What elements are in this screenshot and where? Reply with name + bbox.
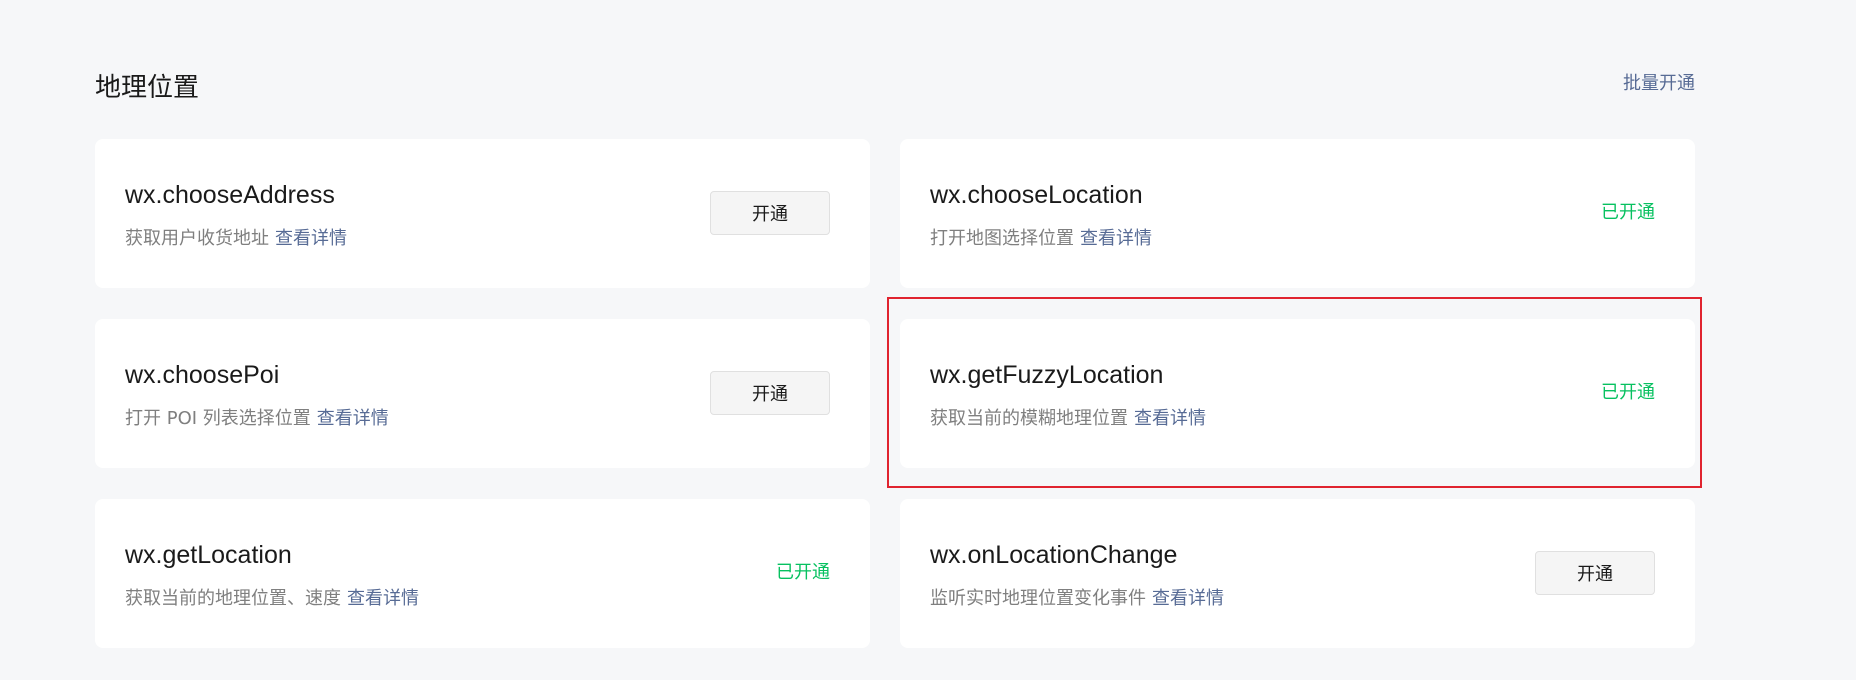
- section-title: 地理位置: [95, 73, 200, 103]
- api-card-choose-address: wx.chooseAddress 获取用户收货地址 查看详情 开通: [95, 139, 870, 288]
- api-card-choose-poi: wx.choosePoi 打开 POI 列表选择位置 查看详情 开通: [95, 319, 870, 468]
- view-details-link[interactable]: 查看详情: [1152, 588, 1224, 609]
- api-name: wx.chooseLocation: [930, 181, 1143, 209]
- view-details-link[interactable]: 查看详情: [1080, 228, 1152, 249]
- opened-status: 已开通: [776, 562, 830, 583]
- view-details-link[interactable]: 查看详情: [275, 228, 347, 249]
- open-button[interactable]: 开通: [1535, 551, 1655, 595]
- view-details-link[interactable]: 查看详情: [347, 588, 419, 609]
- view-details-link[interactable]: 查看详情: [1134, 408, 1206, 429]
- api-card-choose-location: wx.chooseLocation 打开地图选择位置 查看详情 已开通: [900, 139, 1695, 288]
- view-details-link[interactable]: 查看详情: [317, 408, 389, 429]
- api-description: 获取当前的地理位置、速度 查看详情: [125, 586, 419, 612]
- api-description-text: 获取当前的模糊地理位置: [930, 408, 1128, 429]
- open-button[interactable]: 开通: [710, 191, 830, 235]
- api-description-text: 获取当前的地理位置、速度: [125, 588, 341, 609]
- opened-status: 已开通: [1601, 382, 1655, 403]
- api-card-get-fuzzy-location: wx.getFuzzyLocation 获取当前的模糊地理位置 查看详情 已开通: [900, 319, 1695, 468]
- api-description-text: 监听实时地理位置变化事件: [930, 588, 1146, 609]
- api-description: 打开地图选择位置 查看详情: [930, 226, 1152, 252]
- api-description: 获取用户收货地址 查看详情: [125, 226, 347, 252]
- api-name: wx.onLocationChange: [930, 541, 1178, 569]
- api-description: 监听实时地理位置变化事件 查看详情: [930, 586, 1224, 612]
- api-description: 打开 POI 列表选择位置 查看详情: [125, 406, 389, 432]
- api-name: wx.chooseAddress: [125, 181, 335, 209]
- api-card-grid: wx.chooseAddress 获取用户收货地址 查看详情 开通 wx.choo…: [95, 139, 1695, 648]
- api-card-get-location: wx.getLocation 获取当前的地理位置、速度 查看详情 已开通: [95, 499, 870, 648]
- api-description-text: 打开地图选择位置: [930, 228, 1074, 249]
- api-name: wx.getLocation: [125, 541, 292, 569]
- api-card-on-location-change: wx.onLocationChange 监听实时地理位置变化事件 查看详情 开通: [900, 499, 1695, 648]
- batch-open-link[interactable]: 批量开通: [1623, 72, 1695, 96]
- api-name: wx.choosePoi: [125, 361, 280, 389]
- api-description-text: 获取用户收货地址: [125, 228, 269, 249]
- open-button[interactable]: 开通: [710, 371, 830, 415]
- api-name: wx.getFuzzyLocation: [930, 361, 1164, 389]
- opened-status: 已开通: [1601, 202, 1655, 223]
- api-description: 获取当前的模糊地理位置 查看详情: [930, 406, 1206, 432]
- api-description-text: 打开 POI 列表选择位置: [125, 408, 311, 429]
